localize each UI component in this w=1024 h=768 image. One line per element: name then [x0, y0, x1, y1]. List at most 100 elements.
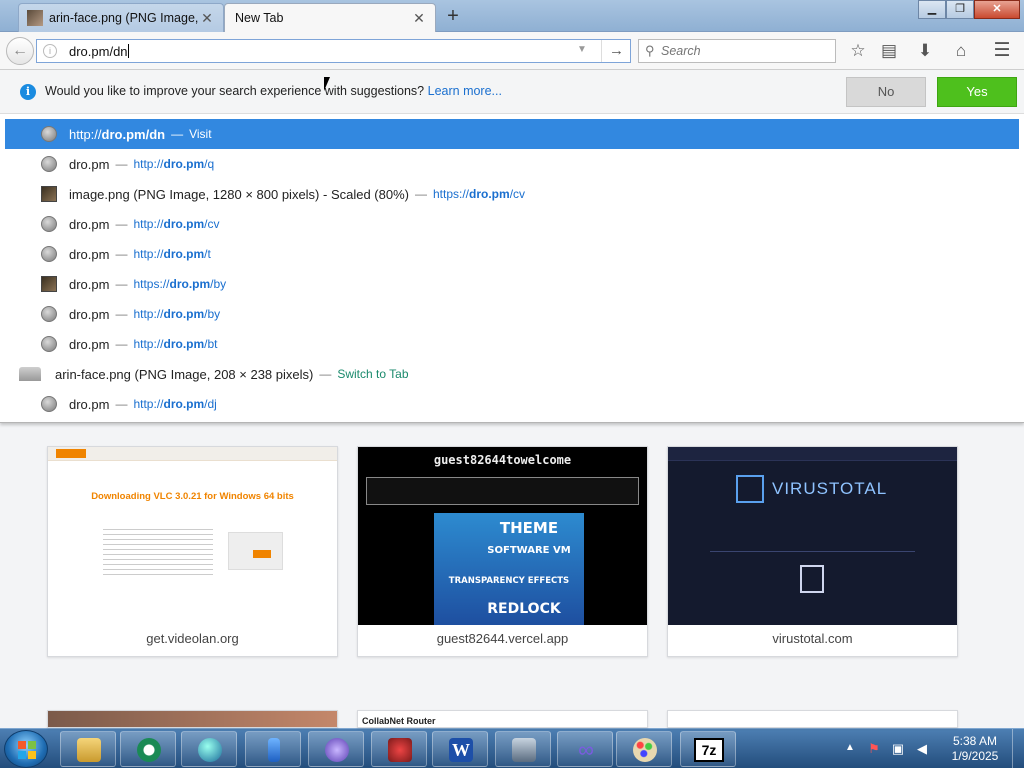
restore-button[interactable]: ❐	[946, 0, 974, 19]
search-bar[interactable]: ⚲	[638, 39, 836, 63]
network-icon[interactable]: ▣	[890, 741, 906, 757]
autocomplete-row[interactable]: arin-face.png (PNG Image, 208 × 238 pixe…	[5, 359, 1019, 389]
taskbar-network[interactable]	[495, 731, 551, 767]
autocomplete-row[interactable]: dro.pm — http://dro.pm/dj	[5, 389, 1019, 419]
thumb-title: guest82644towelcome	[433, 453, 572, 467]
yes-button[interactable]: Yes	[937, 77, 1017, 107]
close-window-button[interactable]: ✕	[974, 0, 1020, 19]
image-thumb-icon	[41, 276, 57, 292]
volume-icon[interactable]: ◀	[914, 741, 930, 757]
row-url: http://dro.pm/dj	[133, 397, 216, 411]
taskbar-usb[interactable]	[245, 731, 301, 767]
row-separator: —	[115, 277, 128, 291]
prompt-text: Would you like to improve your search ex…	[45, 84, 502, 98]
search-input[interactable]	[661, 41, 831, 61]
row-title: dro.pm	[69, 336, 110, 352]
usb-drive-icon	[268, 738, 280, 762]
top-site-tile[interactable]: Downloading VLC 3.0.21 for Windows 64 bi…	[47, 446, 338, 657]
word-icon: W	[449, 738, 473, 762]
minimize-button[interactable]: ▁	[918, 0, 946, 19]
taskbar-7zip[interactable]: 7z	[680, 731, 736, 767]
taskbar-app[interactable]	[120, 731, 176, 767]
virustotal-logo-icon	[736, 475, 764, 503]
bookmarks-list-icon[interactable]: ▤	[878, 40, 900, 62]
top-site-tile[interactable]	[47, 710, 338, 728]
bookmark-star-icon[interactable]: ☆	[847, 40, 869, 62]
url-prefix: http://	[133, 307, 164, 321]
system-clock[interactable]: 5:38 AM 1/9/2025	[940, 734, 1010, 764]
info-icon[interactable]: i	[43, 44, 57, 58]
autocomplete-row[interactable]: dro.pm — https://dro.pm/by	[5, 269, 1019, 299]
thumb-nav	[48, 447, 337, 461]
image-thumb-icon	[41, 186, 57, 202]
dropdown-arrow-icon[interactable]: ▼	[577, 44, 587, 55]
row-separator: —	[115, 307, 128, 321]
flag-alert-icon[interactable]: ⚑	[866, 741, 882, 757]
autocomplete-row[interactable]: dro.pm — http://dro.pm/by	[5, 299, 1019, 329]
row-url: http://dro.pm/by	[133, 307, 220, 321]
url-prefix: http://	[133, 217, 164, 231]
url-bar[interactable]: i dro.pm/dn ▼ →	[36, 39, 631, 63]
taskbar-file-explorer[interactable]	[60, 731, 116, 767]
url-suffix: /by	[210, 277, 227, 291]
paint-icon	[633, 738, 657, 762]
autocomplete-row[interactable]: dro.pm — http://dro.pm/cv	[5, 209, 1019, 239]
thumb-tabs	[710, 542, 915, 552]
autocomplete-row[interactable]: dro.pm — http://dro.pm/bt	[5, 329, 1019, 359]
taskbar-browser[interactable]	[181, 731, 237, 767]
autocomplete-row[interactable]: http://dro.pm/dn — Visit	[5, 119, 1019, 149]
taskbar-word[interactable]: W	[432, 731, 488, 767]
taskbar-spider-app[interactable]	[371, 731, 427, 767]
row-url: https://dro.pm/by	[133, 277, 226, 291]
tile-label: virustotal.com	[772, 631, 853, 646]
vlc-logo-icon	[56, 449, 86, 458]
site-thumbnail: VIRUSTOTAL	[668, 447, 957, 625]
start-button[interactable]	[4, 730, 48, 768]
tile-label: get.videolan.org	[146, 631, 239, 646]
menu-icon[interactable]: ☰	[991, 40, 1013, 62]
tile-thumb-text: CollabNet Router	[362, 716, 436, 726]
tray-expand-icon[interactable]: ▲	[845, 742, 855, 753]
row-separator: —	[319, 367, 332, 381]
go-arrow-icon[interactable]: →	[601, 40, 631, 62]
show-desktop-button[interactable]	[1012, 729, 1024, 768]
url-match: dro.pm	[163, 157, 205, 171]
url-match: dro.pm	[163, 217, 205, 231]
autocomplete-row[interactable]: dro.pm — http://dro.pm/q	[5, 149, 1019, 179]
row-title: dro.pm	[69, 246, 110, 262]
taskbar-infinity-app[interactable]: ∞	[557, 731, 613, 767]
no-button[interactable]: No	[846, 77, 926, 107]
globe-icon	[41, 156, 57, 172]
url-suffix: /dj	[204, 397, 217, 411]
taskbar-gear-app[interactable]	[308, 731, 364, 767]
window-controls: ▁ ❐ ✕	[918, 0, 1020, 19]
download-icon[interactable]: ⬇	[914, 40, 936, 62]
row-title: arin-face.png (PNG Image, 208 × 238 pixe…	[55, 366, 314, 382]
row-title: dro.pm	[69, 216, 110, 232]
clock-time: 5:38 AM	[952, 734, 998, 748]
taskbar-paint[interactable]	[616, 731, 672, 767]
autocomplete-row[interactable]: image.png (PNG Image, 1280 × 800 pixels)…	[5, 179, 1019, 209]
home-icon[interactable]: ⌂	[950, 40, 972, 62]
prompt-message: Would you like to improve your search ex…	[45, 84, 425, 98]
top-site-tile[interactable]: VIRUSTOTAL virustotal.com	[667, 446, 958, 657]
new-tab-button[interactable]: +	[443, 6, 463, 26]
url-suffix: /bt	[204, 337, 218, 351]
tab-arin-face[interactable]: arin-face.png (PNG Image, 208 × 238 pixe…	[18, 3, 224, 32]
learn-more-link[interactable]: Learn more...	[428, 84, 502, 98]
url-match: dro.pm	[469, 187, 510, 201]
top-site-tile[interactable]	[667, 710, 958, 728]
infinity-app-icon: ∞	[578, 737, 594, 762]
autocomplete-row[interactable]: dro.pm — http://dro.pm/t	[5, 239, 1019, 269]
top-site-tile[interactable]: guest82644towelcome THEME SOFTWARE VM TR…	[357, 446, 648, 657]
url-suffix: /cv	[204, 217, 220, 231]
tab-close-icon[interactable]: ✕	[199, 10, 215, 27]
tab-close-icon[interactable]: ✕	[411, 10, 427, 27]
back-arrow-icon[interactable]: ←	[6, 37, 34, 65]
thumb-title: Downloading VLC 3.0.21 for Windows 64 bi…	[91, 491, 294, 502]
thumb-line: REDLOCK	[487, 601, 561, 617]
top-site-tile[interactable]: CollabNet Router	[357, 710, 648, 728]
tab-new-tab[interactable]: New Tab ✕	[224, 3, 436, 32]
thumb-line: THEME	[499, 519, 559, 537]
url-input[interactable]: dro.pm/dn	[69, 44, 129, 59]
